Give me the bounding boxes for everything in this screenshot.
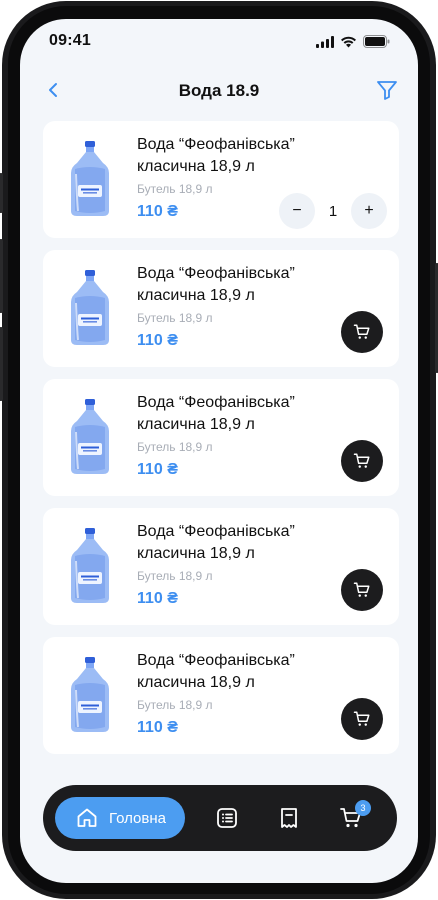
side-button	[0, 173, 3, 213]
add-to-cart-button[interactable]	[341, 440, 383, 482]
nav-home-button[interactable]: Головна	[55, 797, 185, 839]
product-subtitle: Бутель 18,9 л	[137, 311, 213, 325]
decrease-button[interactable]: −	[279, 193, 315, 229]
add-to-cart-button[interactable]	[341, 569, 383, 611]
product-price: 110 ₴	[137, 719, 178, 736]
home-icon	[77, 808, 97, 827]
product-subtitle: Бутель 18,9 л	[137, 569, 213, 583]
product-card[interactable]: Вода “Феофанівська” класична 18,9 л Буте…	[43, 250, 399, 367]
battery-icon	[363, 35, 390, 48]
page-title: Вода 18.9	[178, 81, 260, 100]
product-price: 110 ₴	[137, 332, 178, 349]
product-list: Вода “Феофанівська” класична 18,9 л Буте…	[43, 121, 399, 766]
cart-icon	[353, 582, 370, 597]
status-time: 09:41	[49, 32, 91, 49]
cart-icon	[353, 711, 370, 726]
product-subtitle: Бутель 18,9 л	[137, 440, 213, 454]
product-subtitle: Бутель 18,9 л	[137, 182, 213, 196]
side-button	[0, 239, 3, 313]
water-bottle-image	[69, 528, 111, 604]
product-card[interactable]: Вода “Феофанівська” класична 18,9 л Буте…	[43, 379, 399, 496]
water-bottle-image	[69, 657, 111, 733]
water-bottle-image	[69, 141, 111, 217]
product-price: 110 ₴	[137, 461, 178, 478]
product-subtitle: Бутель 18,9 л	[137, 698, 213, 712]
nav-catalog-button[interactable]	[215, 806, 239, 830]
water-bottle-image	[69, 270, 111, 346]
product-price: 110 ₴	[137, 203, 178, 220]
filter-icon	[377, 81, 397, 100]
product-name: Вода “Феофанівська” класична 18,9 л	[137, 136, 295, 175]
product-name: Вода “Феофанівська” класична 18,9 л	[137, 394, 295, 433]
status-icons	[316, 35, 390, 48]
product-card[interactable]: Вода “Феофанівська” класична 18,9 л Буте…	[43, 637, 399, 754]
bottom-nav: Головна 3	[43, 785, 397, 851]
product-price: 110 ₴	[137, 590, 178, 607]
wifi-icon	[341, 36, 356, 47]
cart-icon	[353, 453, 370, 468]
quantity-value: 1	[328, 202, 338, 220]
nav-orders-button[interactable]	[277, 806, 301, 830]
receipt-icon	[281, 808, 297, 828]
signal-icon	[316, 35, 334, 48]
add-to-cart-button[interactable]	[341, 311, 383, 353]
nav-cart-button[interactable]: 3	[339, 800, 371, 830]
nav-home-label: Головна	[109, 809, 166, 827]
cart-icon	[353, 324, 370, 339]
water-bottle-image	[69, 399, 111, 475]
filter-button[interactable]	[374, 77, 400, 103]
app-screen: 09:41 Вода 18.9 Вода “Феофанівська” клас…	[20, 19, 418, 883]
quantity-stepper: − 1 +	[279, 193, 387, 229]
product-name: Вода “Феофанівська” класична 18,9 л	[137, 265, 295, 304]
product-name: Вода “Феофанівська” класична 18,9 л	[137, 652, 295, 691]
list-icon	[217, 808, 237, 828]
side-button	[0, 327, 3, 401]
increase-button[interactable]: +	[351, 193, 387, 229]
product-card[interactable]: Вода “Феофанівська” класична 18,9 л Буте…	[43, 121, 399, 238]
cart-count-badge: 3	[355, 800, 371, 816]
product-card[interactable]: Вода “Феофанівська” класична 18,9 л Буте…	[43, 508, 399, 625]
add-to-cart-button[interactable]	[341, 698, 383, 740]
product-name: Вода “Феофанівська” класична 18,9 л	[137, 523, 295, 562]
